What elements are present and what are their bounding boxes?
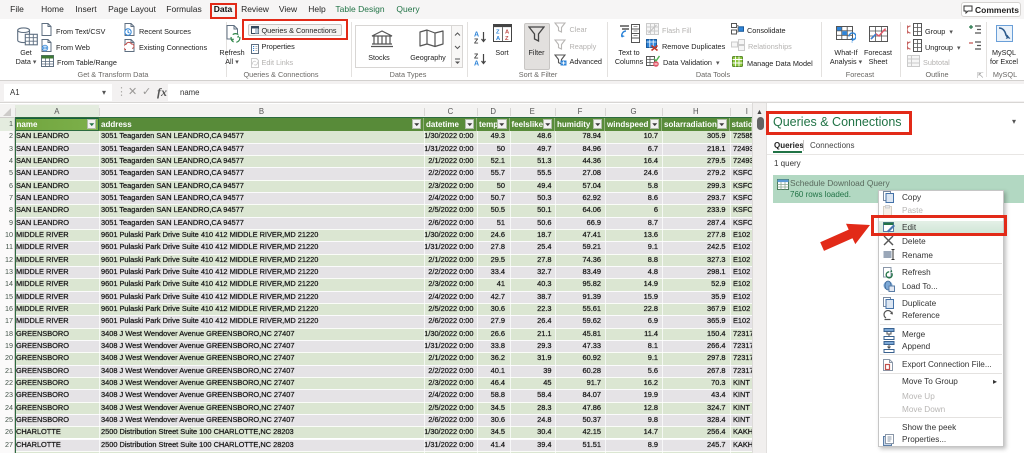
svg-text:A: A: [474, 61, 479, 67]
svg-text:?: ?: [850, 38, 854, 44]
svg-text:Z: Z: [505, 36, 509, 42]
svg-text:Z: Z: [474, 39, 479, 45]
svg-text:A: A: [474, 32, 479, 39]
svg-text:Z: Z: [474, 54, 479, 61]
svg-text:Z: Z: [496, 29, 500, 35]
